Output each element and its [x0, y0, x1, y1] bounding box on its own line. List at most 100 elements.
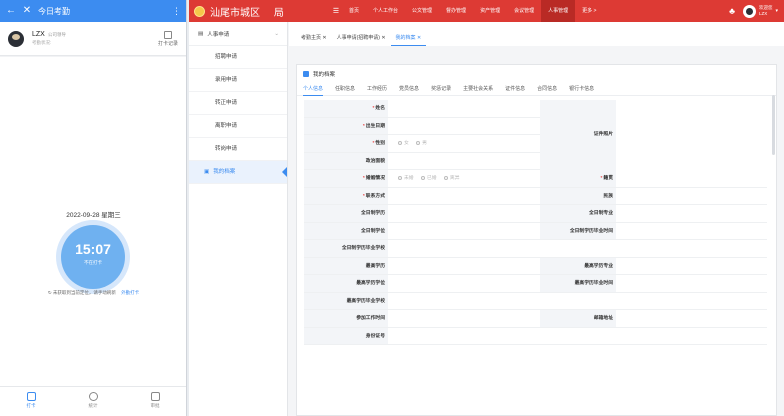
scrollbar[interactable] [772, 95, 775, 155]
subtab-personal[interactable]: 个人信息 [303, 82, 324, 96]
subtab-rewards[interactable]: 奖惩记录 [431, 82, 451, 96]
checkin-icon [26, 392, 36, 401]
archive-icon: ▣ [204, 169, 210, 175]
sidebar-group-hr-apply[interactable]: ▤ 人事申请 ⌄ [189, 22, 287, 46]
tab-recruit-apply[interactable]: 人事申请(招聘申请) ✕ [332, 30, 391, 46]
subtab-experience[interactable]: 工作经历 [367, 82, 387, 96]
archive-icon [303, 70, 309, 77]
politics-field[interactable] [388, 153, 540, 170]
personal-info-form: 证件照片 *姓名 *出生日期 *性别 女 男 政治面貌 *婚姻情况 未婚 已婚 … [304, 100, 767, 345]
form-row: 参加工作时间 邮箱地址 [304, 310, 767, 328]
subtab-bankcards[interactable]: 银行卡信息 [569, 82, 594, 96]
photo-upload[interactable] [616, 100, 767, 170]
archive-subtabs: 个人信息 任职信息 工作经历 党员信息 奖惩记录 主要社会关系 证件信息 合同信… [297, 82, 776, 96]
clock-status: 不在打卡 [84, 260, 102, 265]
user-card: LZX 公司领导 考勤状况: 打卡记录 [0, 22, 186, 56]
radio-divorced[interactable] [443, 175, 448, 180]
nav-assets[interactable]: 资产管理 [473, 0, 507, 22]
ft-grad-time-field[interactable] [616, 223, 767, 240]
sidebar-item-resign[interactable]: 离职申请 [189, 115, 287, 138]
nav-documents[interactable]: 公文管理 [405, 0, 439, 22]
form-row: 最高学历学位 最高学历毕业时间 [304, 275, 767, 293]
ft-major-field[interactable] [616, 205, 767, 222]
menu-toggle-icon[interactable]: ☰ [330, 7, 342, 15]
tab-attendance-home[interactable]: 考勤主页 ✕ [296, 30, 332, 46]
ethnic-field[interactable] [616, 188, 767, 205]
records-button[interactable]: 打卡记录 [158, 30, 178, 47]
tab-my-archive[interactable]: 我的档案 ✕ [390, 30, 427, 46]
sidebar-item-hire[interactable]: 录用申请 [189, 69, 287, 92]
subtab-party[interactable]: 党员信息 [399, 82, 419, 96]
calendar-icon [163, 30, 172, 39]
top-grad-time-field[interactable] [616, 275, 767, 292]
id-number-field[interactable] [388, 328, 767, 345]
nav-home[interactable]: 首页 [342, 0, 366, 22]
name-field[interactable] [388, 100, 540, 117]
caret-down-icon[interactable]: ▾ [775, 8, 778, 14]
close-icon[interactable]: ✕ [22, 6, 32, 16]
user-avatar[interactable] [742, 4, 756, 18]
nav-hr[interactable]: 人事管理 [541, 0, 576, 22]
main-content: 考勤主页 ✕ 人事申请(招聘申请) ✕ 我的档案 ✕ 我的档案 个人信息 任职信… [289, 22, 784, 416]
nav-workbench[interactable]: 个人工作台 [366, 0, 405, 22]
gender-radio-group: 女 男 [388, 135, 540, 152]
form-row: 全日制学位 全日制学历毕业时间 [304, 222, 767, 240]
clock-in-button[interactable]: 15:07 不在打卡 [61, 225, 125, 289]
sidebar-item-regular[interactable]: 转正申请 [189, 92, 287, 115]
mobile-header: ← ✕ 今日考勤 ⋮ [0, 0, 186, 22]
nav-supervision[interactable]: 督办管理 [439, 0, 473, 22]
field-clockin-link[interactable]: 外勤打卡 [121, 290, 139, 295]
top-degree-field[interactable] [388, 275, 540, 292]
main-nav: 首页 个人工作台 公文管理 督办管理 资产管理 会议管理 人事管理 更多 > [342, 0, 603, 22]
mail-address-field[interactable] [616, 310, 767, 327]
refresh-icon[interactable]: ↻ [48, 290, 52, 295]
ft-degree-field[interactable] [388, 223, 540, 240]
tab-clockin[interactable]: 打卡 [0, 387, 62, 416]
nav-meetings[interactable]: 会议管理 [507, 0, 541, 22]
subtab-certificates[interactable]: 证件信息 [505, 82, 525, 96]
radio-male[interactable] [416, 140, 421, 145]
user-greeting[interactable]: 欢迎您 LZX [759, 5, 773, 17]
ft-education-field[interactable] [388, 205, 540, 222]
tab-approval[interactable]: 审批 [124, 387, 186, 416]
sidebar-item-transfer[interactable]: 转岗申请 [189, 138, 287, 161]
form-row: 全日制学历 全日制专业 [304, 205, 767, 223]
birth-date-field[interactable] [388, 118, 540, 135]
avatar [8, 30, 24, 47]
subtab-position[interactable]: 任职信息 [335, 82, 355, 96]
tab-statistics[interactable]: 统计 [62, 387, 124, 416]
sidebar-item-my-archive[interactable]: ▣ 我的档案 [189, 161, 287, 184]
radio-single[interactable] [398, 175, 402, 180]
chevron-down-icon: ⌄ [274, 30, 279, 37]
location-status: ↻ 未获取到当前定位，请手动刷新 外勤打卡 [47, 290, 140, 295]
mobile-title: 今日考勤 [38, 6, 70, 16]
user-area: ♣ 欢迎您 LZX ▾ [729, 0, 778, 22]
clock-icon [88, 392, 98, 401]
more-vertical-icon[interactable]: ⋮ [172, 6, 181, 17]
top-major-field[interactable] [616, 258, 767, 275]
top-education-field[interactable] [388, 258, 540, 275]
native-place-field[interactable] [616, 170, 767, 187]
radio-female[interactable] [398, 140, 402, 145]
ft-school-field[interactable] [388, 240, 767, 257]
system-name: 汕尾市城区 局 [210, 7, 284, 19]
panel-title: 我的档案 [297, 65, 776, 82]
org-chart-icon[interactable]: ♣ [729, 6, 735, 16]
form-row: 身份证号 [304, 327, 767, 345]
user-name: LZX 公司领导 [32, 31, 66, 38]
subtab-contracts[interactable]: 合同信息 [537, 82, 557, 96]
radio-married[interactable] [420, 175, 425, 180]
sidebar-item-recruit[interactable]: 招聘申请 [189, 46, 287, 69]
work-start-field[interactable] [388, 310, 540, 327]
subtab-relations[interactable]: 主要社会关系 [463, 82, 493, 96]
top-school-field[interactable] [388, 293, 767, 310]
page-tabs: 考勤主页 ✕ 人事申请(招聘申请) ✕ 我的档案 ✕ [289, 22, 784, 46]
emblem-logo [194, 5, 205, 17]
contact-field[interactable] [388, 188, 540, 205]
top-navbar: 汕尾市城区 局 ☰ 首页 个人工作台 公文管理 督办管理 资产管理 会议管理 人… [189, 0, 784, 22]
nav-more[interactable]: 更多 > [575, 0, 603, 22]
back-arrow-icon[interactable]: ← [6, 6, 16, 16]
mobile-tabbar: 打卡 统计 审批 [0, 386, 186, 416]
photo-label: 证件照片 [540, 100, 616, 170]
mobile-body [0, 57, 186, 386]
